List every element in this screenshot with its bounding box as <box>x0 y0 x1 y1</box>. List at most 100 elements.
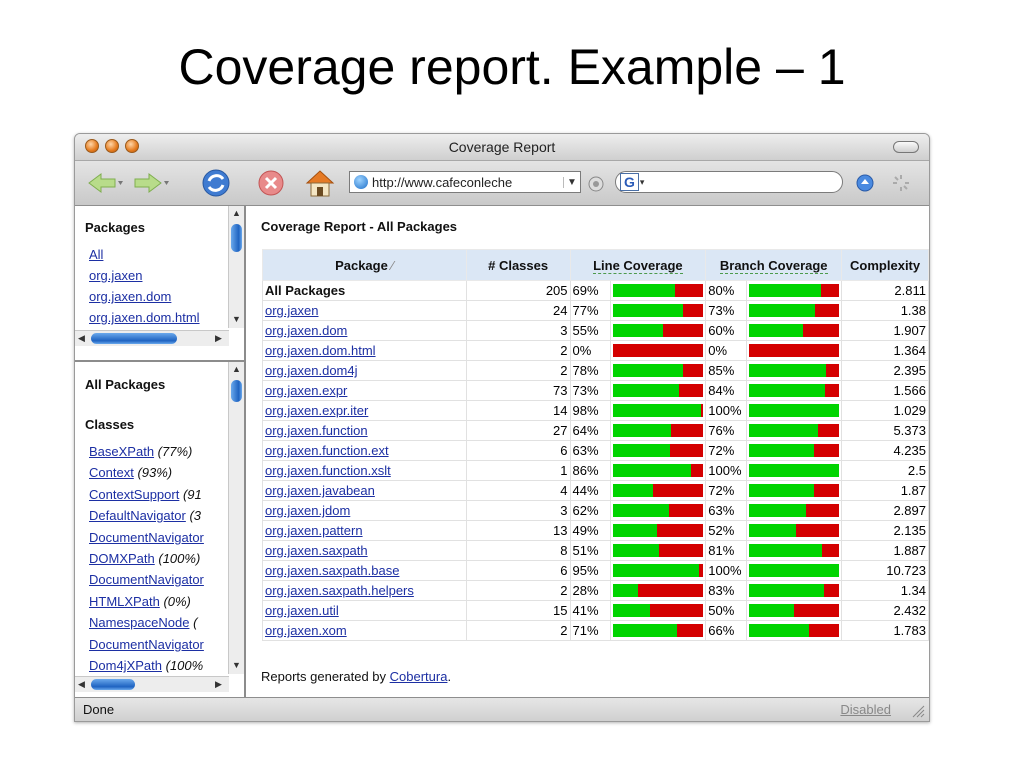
class-link[interactable]: Context <box>89 465 134 480</box>
package-name-cell: org.jaxen.dom <box>262 320 467 341</box>
home-icon[interactable] <box>303 167 337 199</box>
classes-count-cell: 14 <box>465 400 571 421</box>
scroll-up-icon[interactable]: ▲ <box>232 364 241 374</box>
branch-coverage-bar <box>749 524 840 537</box>
package-link[interactable]: org.jaxen.javabean <box>265 483 375 498</box>
branch-coverage-bar <box>749 624 840 637</box>
classes-count-cell: 205 <box>465 280 571 301</box>
table-row: org.jaxen.expr.iter 14 98% 100% 1.029 <box>262 400 929 421</box>
branch-coverage-bar-cell <box>746 400 843 421</box>
class-link[interactable]: DOMXPath <box>89 551 155 566</box>
package-link[interactable]: org.jaxen.saxpath.base <box>265 563 399 578</box>
url-field[interactable]: http://www.cafeconleche ▼ <box>349 171 581 193</box>
scroll-thumb[interactable] <box>231 380 242 402</box>
complexity-cell: 2.811 <box>841 280 929 301</box>
scroll-thumb[interactable] <box>91 333 177 344</box>
scroll-right-icon[interactable]: ▶ <box>215 333 222 344</box>
table-row: org.jaxen.saxpath.base 6 95% 100% 10.723 <box>262 560 929 581</box>
table-row: org.jaxen.pattern 13 49% 52% 2.135 <box>262 520 929 541</box>
chevron-down-icon[interactable]: ▼ <box>563 176 580 188</box>
classes-count-cell: 3 <box>465 320 571 341</box>
package-link[interactable]: org.jaxen.function.ext <box>265 443 389 458</box>
cobertura-link[interactable]: Cobertura <box>390 669 448 684</box>
branch-coverage-bar-fill <box>749 464 840 477</box>
package-link[interactable]: org.jaxen.saxpath <box>265 543 368 558</box>
class-link[interactable]: DefaultNavigator <box>89 508 186 523</box>
package-link[interactable]: org.jaxen.util <box>265 603 339 618</box>
search-engine-icon[interactable]: G <box>620 173 639 191</box>
history-icon[interactable] <box>587 175 605 193</box>
branch-coverage-bar <box>749 484 840 497</box>
toolbar-toggle-button[interactable] <box>893 141 919 153</box>
branch-coverage-bar-cell <box>746 420 843 441</box>
package-link[interactable]: org.jaxen.dom <box>265 323 347 338</box>
classes-vertical-scrollbar[interactable]: ▲ ▼ <box>228 362 244 674</box>
search-engine-dropdown-icon[interactable]: ▾ <box>640 177 645 188</box>
status-disabled-indicator[interactable]: Disabled <box>840 702 891 717</box>
package-link[interactable]: org.jaxen.expr <box>265 383 347 398</box>
table-row: org.jaxen.function.ext 6 63% 72% 4.235 <box>262 440 929 461</box>
scroll-down-icon[interactable]: ▼ <box>232 314 241 324</box>
resize-grip-icon[interactable] <box>911 704 925 718</box>
class-link[interactable]: NamespaceNode <box>89 615 189 630</box>
package-link[interactable]: org.jaxen.dom.html <box>89 310 200 325</box>
class-list-item: DefaultNavigator (3 <box>89 508 201 523</box>
class-link[interactable]: DocumentNavigator <box>89 637 204 652</box>
line-coverage-percent: 78% <box>569 360 612 381</box>
package-link[interactable]: org.jaxen.dom <box>89 289 171 304</box>
footer-period: . <box>447 669 452 684</box>
class-link[interactable]: DocumentNavigator <box>89 530 204 545</box>
reload-icon[interactable] <box>199 167 233 199</box>
class-link[interactable]: BaseXPath <box>89 444 154 459</box>
scroll-down-icon[interactable]: ▼ <box>232 660 241 670</box>
package-link[interactable]: org.jaxen.dom.html <box>265 343 376 358</box>
class-list-item: DocumentNavigator <box>89 530 204 545</box>
classes-column-header[interactable]: # Classes <box>465 249 571 281</box>
package-link[interactable]: org.jaxen <box>89 268 142 283</box>
complexity-cell: 2.135 <box>841 520 929 541</box>
line-coverage-bar-fill <box>613 464 691 477</box>
package-link[interactable]: org.jaxen.pattern <box>265 523 363 538</box>
branch-coverage-percent: 80% <box>705 280 748 301</box>
back-icon[interactable] <box>85 171 125 195</box>
scroll-right-icon[interactable]: ▶ <box>215 679 222 690</box>
package-link[interactable]: org.jaxen.expr.iter <box>265 403 368 418</box>
class-link[interactable]: Dom4jXPath <box>89 658 162 673</box>
package-link[interactable]: org.jaxen.dom4j <box>265 363 358 378</box>
package-link[interactable]: org.jaxen.function <box>265 423 368 438</box>
package-column-header[interactable]: Package ⁄ <box>262 249 467 281</box>
scroll-left-icon[interactable]: ◀ <box>78 333 85 344</box>
search-field[interactable]: G ▾ <box>615 171 843 193</box>
packages-horizontal-scrollbar[interactable]: ◀ ▶ <box>75 330 229 346</box>
scroll-thumb[interactable] <box>231 224 242 252</box>
forward-icon[interactable] <box>133 171 173 195</box>
complexity-column-header[interactable]: Complexity <box>841 249 929 281</box>
package-link[interactable]: org.jaxen.saxpath.helpers <box>265 583 414 598</box>
package-link[interactable]: org.jaxen <box>265 303 318 318</box>
package-link[interactable]: org.jaxen.jdom <box>265 503 350 518</box>
stop-icon[interactable] <box>257 169 285 197</box>
scroll-left-icon[interactable]: ◀ <box>78 679 85 690</box>
package-link[interactable]: org.jaxen.function.xslt <box>265 463 391 478</box>
class-link[interactable]: HTMLXPath <box>89 594 160 609</box>
line-coverage-column-header[interactable]: Line Coverage <box>569 249 707 281</box>
line-coverage-percent: 98% <box>569 400 612 421</box>
complexity-cell: 1.34 <box>841 580 929 601</box>
branch-coverage-bar-fill <box>749 324 804 337</box>
branch-coverage-column-header[interactable]: Branch Coverage <box>705 249 843 281</box>
line-coverage-bar <box>613 544 704 557</box>
line-coverage-percent: 44% <box>569 480 612 501</box>
class-link[interactable]: DocumentNavigator <box>89 572 204 587</box>
scroll-up-icon[interactable]: ▲ <box>232 208 241 218</box>
line-coverage-bar-cell <box>610 560 707 581</box>
line-coverage-bar-cell <box>610 480 707 501</box>
class-link[interactable]: ContextSupport <box>89 487 179 502</box>
branch-coverage-bar-cell <box>746 480 843 501</box>
package-link-all[interactable]: All <box>89 247 103 262</box>
scroll-thumb[interactable] <box>91 679 135 690</box>
complexity-cell: 2.432 <box>841 600 929 621</box>
package-link[interactable]: org.jaxen.xom <box>265 623 347 638</box>
search-go-icon[interactable] <box>855 173 875 193</box>
packages-vertical-scrollbar[interactable]: ▲ ▼ <box>228 206 244 328</box>
classes-horizontal-scrollbar[interactable]: ◀ ▶ <box>75 676 229 692</box>
